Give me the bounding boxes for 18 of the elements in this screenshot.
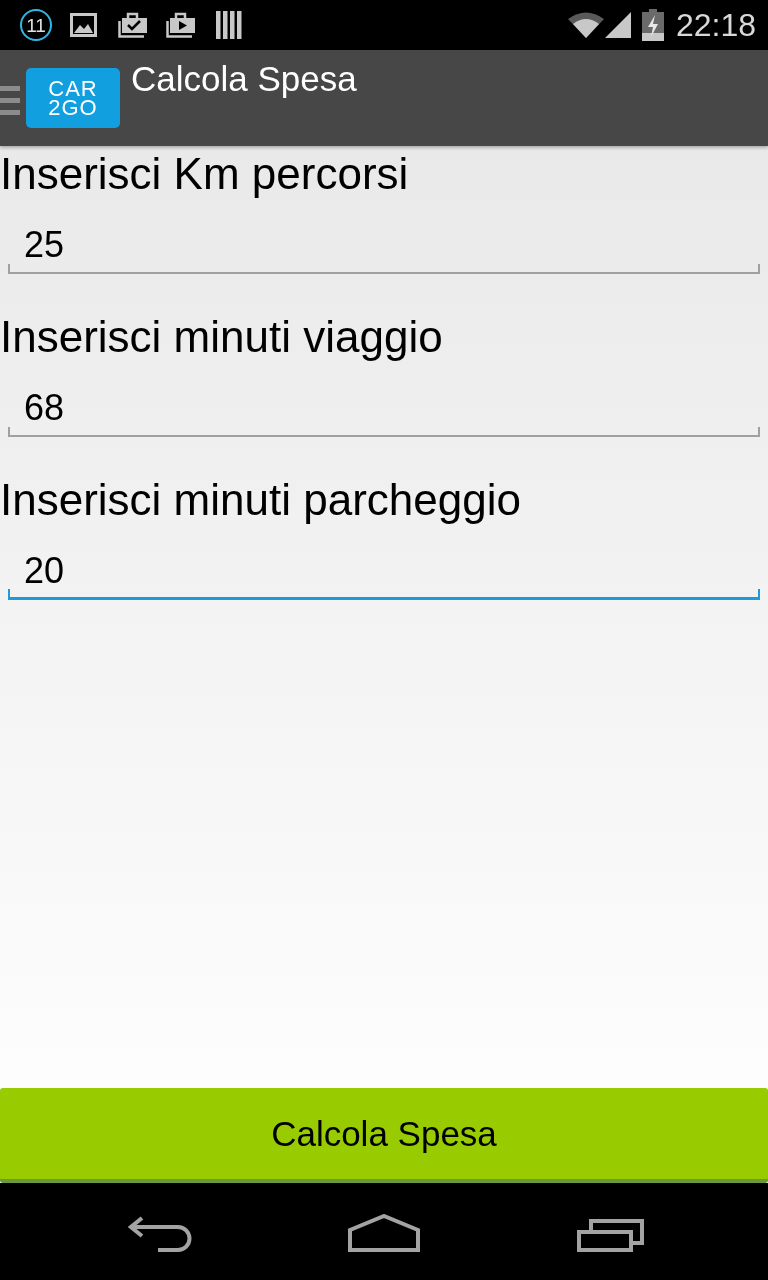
vertical-bars-icon (216, 11, 242, 39)
signal-icon (604, 12, 631, 38)
recent-apps-icon[interactable] (577, 1219, 644, 1252)
notification-count: 11 (20, 9, 52, 41)
field-label: Inserisci minuti parcheggio (0, 478, 522, 522)
menu-icon[interactable] (0, 86, 20, 115)
field-label: Inserisci Km percorsi (0, 152, 410, 196)
calculate-button[interactable]: Calcola Spesa (0, 1088, 768, 1183)
back-icon[interactable] (128, 1216, 194, 1252)
wifi-icon (567, 12, 604, 38)
briefcase-check-icon (118, 12, 147, 38)
clock-time: 22:18 (675, 9, 756, 41)
field-label: Inserisci minuti viaggio (0, 315, 444, 359)
briefcase-play-icon (166, 12, 195, 38)
battery-charging-icon (641, 9, 664, 41)
image-icon (70, 13, 97, 37)
screen-title: Calcola Spesa (131, 61, 357, 96)
home-icon[interactable] (348, 1214, 420, 1252)
